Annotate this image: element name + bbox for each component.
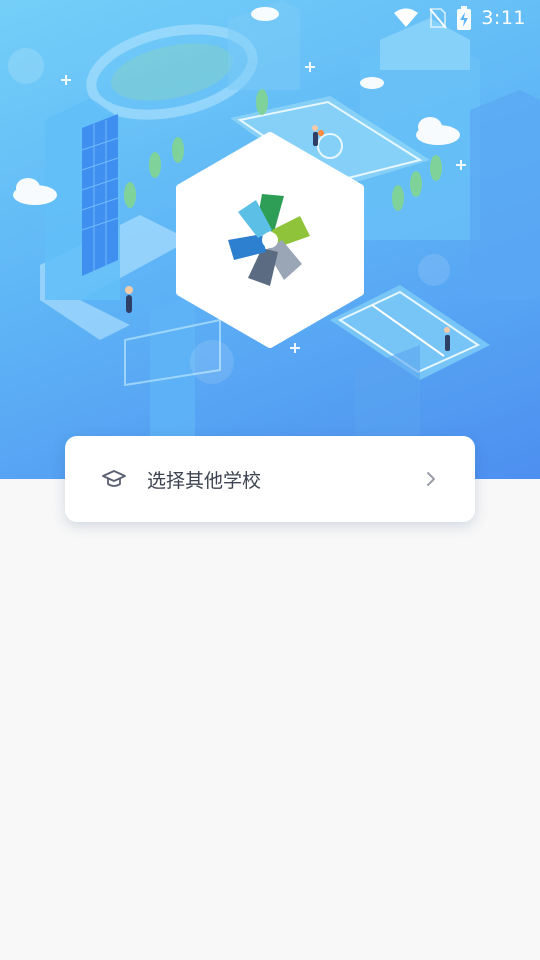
status-time: 3:11 — [481, 7, 526, 29]
no-sim-icon — [429, 7, 448, 29]
wifi-icon — [393, 8, 419, 28]
school-logo — [174, 132, 366, 348]
select-other-school-button[interactable]: 选择其他学校 — [65, 436, 475, 522]
status-bar: 3:11 — [0, 0, 540, 36]
hero-banner: 3:11 — [0, 0, 540, 479]
chevron-right-icon — [423, 471, 439, 487]
battery-charging-icon — [457, 6, 472, 30]
select-other-school-label: 选择其他学校 — [147, 469, 262, 492]
graduation-cap-icon — [101, 466, 127, 492]
school-star-logo — [176, 132, 364, 348]
